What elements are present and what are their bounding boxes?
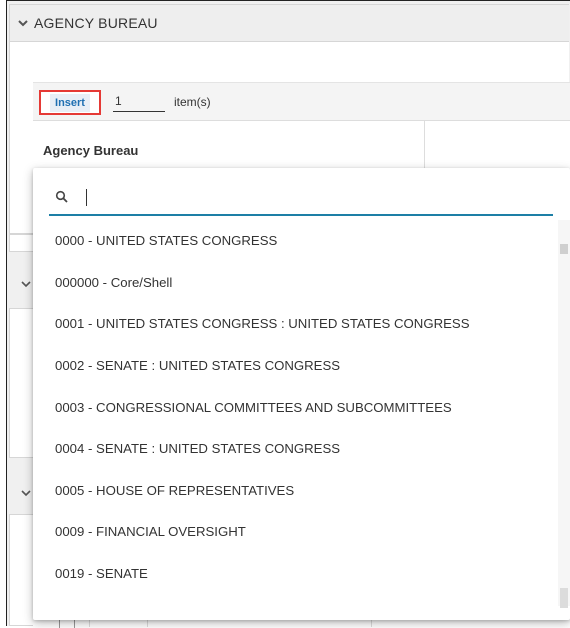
insert-button-label: Insert: [50, 93, 90, 112]
dropdown-option[interactable]: 0004 - SENATE : UNITED STATES CONGRESS: [33, 428, 558, 470]
text-caret: [86, 189, 87, 206]
insert-quantity-input[interactable]: [113, 91, 165, 112]
dropdown-option[interactable]: 0003 - CONGRESSIONAL COMMITTEES AND SUBC…: [33, 386, 558, 428]
chevron-down-icon[interactable]: [12, 12, 34, 34]
section-title: AGENCY BUREAU: [34, 15, 158, 31]
dropdown-option[interactable]: 0000 - UNITED STATES CONGRESS: [33, 220, 558, 262]
chevron-down-icon[interactable]: [21, 279, 31, 289]
dropdown-options-list: 0000 - UNITED STATES CONGRESS 000000 - C…: [33, 220, 558, 615]
dropdown-search-input[interactable]: [83, 184, 547, 210]
dropdown-option[interactable]: 0009 - FINANCIAL OVERSIGHT: [33, 511, 558, 553]
items-label: item(s): [174, 95, 211, 109]
search-icon: [55, 190, 68, 203]
chevron-down-icon[interactable]: [21, 488, 31, 498]
dropdown-scrollbar-end[interactable]: [560, 588, 568, 608]
grid-header: Agency Bureau: [33, 120, 570, 170]
dropdown-option[interactable]: 000000 - Core/Shell: [33, 262, 558, 304]
insert-button[interactable]: Insert: [39, 90, 101, 115]
dropdown-option[interactable]: 0001 - UNITED STATES CONGRESS : UNITED S…: [33, 303, 558, 345]
section-body-edge: [9, 234, 33, 252]
dropdown-search: [49, 178, 553, 216]
dropdown-scrollbar-thumb[interactable]: [560, 244, 568, 254]
agency-bureau-dropdown: 0000 - UNITED STATES CONGRESS 000000 - C…: [33, 168, 570, 620]
section-body-edge: [9, 308, 33, 458]
dropdown-option[interactable]: 0019 - SENATE: [33, 553, 558, 595]
dropdown-scrollbar[interactable]: [558, 220, 570, 606]
dropdown-option[interactable]: 0002 - SENATE : UNITED STATES CONGRESS: [33, 345, 558, 387]
column-divider: [424, 121, 425, 169]
column-header-agency-bureau: Agency Bureau: [43, 143, 139, 158]
agency-bureau-section-header[interactable]: AGENCY BUREAU: [9, 4, 569, 42]
section-body-edge: [9, 514, 33, 626]
dropdown-option[interactable]: 0005 - HOUSE OF REPRESENTATIVES: [33, 470, 558, 512]
